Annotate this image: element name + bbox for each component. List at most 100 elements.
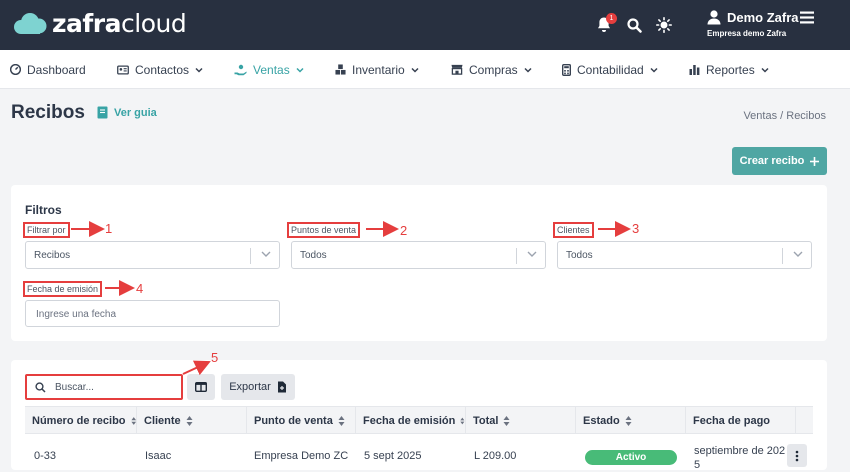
column-header[interactable]: Total xyxy=(466,407,576,434)
chevron-down-icon xyxy=(195,67,203,73)
select-separator xyxy=(516,248,517,264)
nav-label: Ventas xyxy=(253,62,290,77)
guide-link[interactable]: Ver guia xyxy=(97,106,157,119)
columns-button[interactable] xyxy=(187,374,215,400)
app-logo[interactable]: zafracloud xyxy=(12,9,187,38)
cell-payment-date: septiembre de 202 5 xyxy=(694,444,789,472)
column-header[interactable]: Estado xyxy=(576,407,686,434)
search-field[interactable] xyxy=(25,374,183,400)
sort-icon xyxy=(338,415,345,426)
annotation-number: 2 xyxy=(400,223,408,238)
column-header[interactable]: Número de recibo xyxy=(25,407,137,434)
column-header[interactable]: Cliente xyxy=(137,407,247,434)
hand-coins-icon xyxy=(234,64,247,75)
pos-label: Puntos de venta xyxy=(287,222,361,238)
clients-label: Clientes xyxy=(553,222,594,238)
boxes-icon xyxy=(335,64,346,75)
column-label: Total xyxy=(473,414,499,427)
status-badge: Activo xyxy=(585,450,677,465)
cell-number[interactable]: 0-33 xyxy=(34,450,56,462)
cell-total: L 209.00 xyxy=(474,450,517,462)
hamburger-menu-icon xyxy=(800,11,814,24)
filter-by-label: Filtrar por xyxy=(23,222,70,238)
column-label: Punto de venta xyxy=(254,414,333,427)
search-input[interactable] xyxy=(55,379,175,395)
create-button-label: Crear recibo xyxy=(739,155,805,167)
chevron-down-icon xyxy=(296,67,304,73)
select-value: Todos xyxy=(566,250,593,261)
nav-contabilidad[interactable]: Contabilidad xyxy=(562,50,658,89)
notifications-button[interactable]: 1 xyxy=(596,0,617,50)
select-separator xyxy=(250,248,251,264)
page-title: Recibos xyxy=(11,102,85,123)
column-label: Estado xyxy=(583,414,620,427)
chevron-down-icon xyxy=(793,251,803,257)
notification-badge: 1 xyxy=(606,13,617,24)
nav-inventario[interactable]: Inventario xyxy=(335,50,419,89)
payment-date-line: 5 xyxy=(694,459,701,471)
cell-client: Isaac xyxy=(145,450,172,462)
cell-pos: Empresa Demo ZC xyxy=(254,450,349,462)
annotation-number: 5 xyxy=(211,350,219,365)
column-label: Cliente xyxy=(144,414,181,427)
select-separator xyxy=(782,248,783,264)
nav-reportes[interactable]: Reportes xyxy=(689,50,769,89)
payment-date-line: septiembre de 202 xyxy=(694,445,786,457)
row-actions-button[interactable] xyxy=(787,444,807,467)
search-icon xyxy=(35,382,46,393)
kebab-menu-icon xyxy=(795,450,799,461)
sort-icon xyxy=(460,417,465,424)
nav-contactos[interactable]: Contactos xyxy=(117,50,203,89)
column-header[interactable]: Punto de venta xyxy=(247,407,356,434)
sort-icon xyxy=(503,415,510,426)
select-value: Recibos xyxy=(34,250,71,261)
column-label: Fecha de pago xyxy=(693,414,771,427)
clients-select[interactable]: Todos xyxy=(557,241,812,269)
user-icon xyxy=(707,10,721,25)
sun-icon xyxy=(656,17,672,33)
date-placeholder: Ingrese una fecha xyxy=(36,309,117,320)
nav-compras[interactable]: Compras xyxy=(451,50,532,89)
nav-dashboard[interactable]: Dashboard xyxy=(10,50,86,89)
date-label: Fecha de emisión xyxy=(23,281,103,297)
filter-by-select[interactable]: Recibos xyxy=(25,241,280,269)
date-field[interactable]: Ingrese una fecha xyxy=(25,300,280,327)
columns-icon xyxy=(195,382,207,392)
annotation-number: 1 xyxy=(105,221,113,236)
store-icon xyxy=(451,64,463,75)
select-value: Todos xyxy=(300,250,327,261)
create-receipt-button[interactable]: Crear recibo xyxy=(732,147,827,175)
file-export-icon xyxy=(277,381,286,393)
main-nav: Dashboard Contactos Ventas Inventario Co… xyxy=(0,50,850,89)
user-company: Empresa demo Zafra xyxy=(707,29,787,38)
column-label: Número de recibo xyxy=(32,414,126,427)
column-header[interactable]: Fecha de emisión xyxy=(356,407,466,434)
theme-toggle-button[interactable] xyxy=(656,0,672,50)
sort-icon xyxy=(625,415,632,426)
sort-icon xyxy=(130,416,136,425)
export-button[interactable]: Exportar xyxy=(221,374,295,400)
annotation-number: 3 xyxy=(632,221,640,236)
chevron-down-icon xyxy=(261,251,271,257)
table-header: Número de recibo Cliente Punto de venta … xyxy=(25,406,813,434)
breadcrumb[interactable]: Ventas / Recibos xyxy=(743,110,826,122)
guide-label: Ver guia xyxy=(114,106,157,119)
export-label: Exportar xyxy=(229,381,271,393)
nav-label: Contabilidad xyxy=(577,62,644,77)
menu-button[interactable] xyxy=(800,11,814,29)
chevron-down-icon xyxy=(527,251,537,257)
nav-ventas[interactable]: Ventas xyxy=(234,50,304,89)
top-bar: zafracloud 1 Demo Zafra Empresa demo Zaf… xyxy=(0,0,850,50)
plus-icon xyxy=(810,156,820,166)
search-icon xyxy=(627,17,642,33)
search-button[interactable] xyxy=(627,0,642,50)
contact-card-icon xyxy=(117,64,129,75)
nav-label: Compras xyxy=(469,62,518,77)
nav-label: Inventario xyxy=(352,62,405,77)
pos-select[interactable]: Todos xyxy=(291,241,546,269)
calculator-icon xyxy=(562,63,571,76)
column-header[interactable]: Fecha de pago xyxy=(686,407,796,434)
nav-label: Contactos xyxy=(135,62,190,77)
logo-text: zafracloud xyxy=(52,9,187,38)
sort-icon xyxy=(186,415,193,426)
